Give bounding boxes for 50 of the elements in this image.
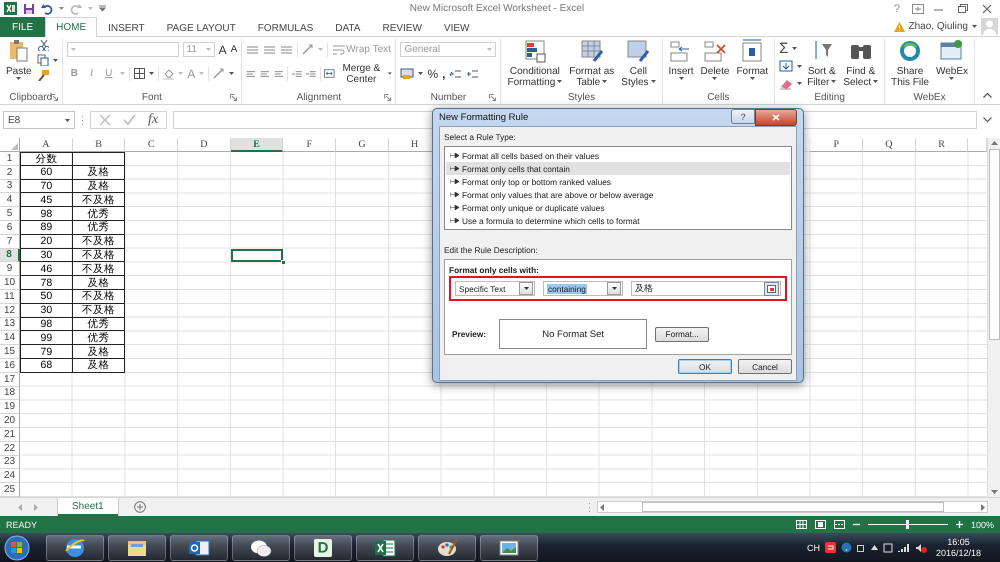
table-cell: 30 [20,248,73,262]
table-cell: 优秀 [72,331,126,346]
table-cell: 及格 [72,166,126,180]
table-cell: 及格 [72,345,126,359]
table-cell: 20 [20,234,73,249]
table-cell: 优秀 [72,318,126,332]
table-cell: 78 [20,276,73,290]
table-cell: 优秀 [72,207,126,221]
group-label: Cells [707,92,730,102]
table-cell: 不及格 [72,234,126,249]
table-cell: 不及格 [72,304,126,318]
app-letter: D [318,539,328,556]
table-cell: 60 [20,166,73,180]
condition-label: Format only cells with: [449,265,540,275]
table-cell: 不及格 [72,262,126,276]
table-cell: 不及格 [72,248,126,262]
section-label: Select a Rule Type: [444,132,517,142]
format-preview: No Format Set [499,319,648,349]
table-cell: 不及格 [72,290,126,304]
status-text: READY [6,520,38,530]
table-cell: 分数 [20,152,73,166]
table-cell: 优秀 [72,220,126,235]
group-label: Styles [568,92,596,102]
group-label: Font [142,92,162,102]
table-cell: 50 [20,290,73,304]
table-cell: 45 [20,193,73,208]
table-cell: 70 [20,180,73,194]
dialog-title: New Formatting Rule [439,112,528,123]
group-label: Editing [814,92,845,103]
table-cell: 及格 [72,276,126,290]
preview-label: Preview: [452,329,486,339]
group-label: Alignment [296,92,342,102]
section-label: Edit the Rule Description: [444,245,539,255]
table-cell: 及格 [72,180,126,194]
clock-date: 2016/12/18 [936,548,981,558]
table-cell: 及格 [72,358,126,373]
clock-time: 16:05 [947,536,970,548]
table-cell: 46 [20,262,73,276]
table-cell: 89 [20,220,73,235]
table-cell: 98 [20,207,73,221]
window-title: New Microsoft Excel Worksheet - Excel [408,3,586,14]
table-cell: 99 [20,331,73,346]
table-cell: 不及格 [72,193,126,208]
table-cell: 79 [20,345,73,359]
table-cell: 68 [20,358,73,373]
group-label: Clipboard [9,92,52,102]
group-label: WebEx [914,92,946,102]
table-cell: 30 [20,304,73,318]
table-cell: 98 [20,318,73,332]
group-label: Number [430,92,466,102]
